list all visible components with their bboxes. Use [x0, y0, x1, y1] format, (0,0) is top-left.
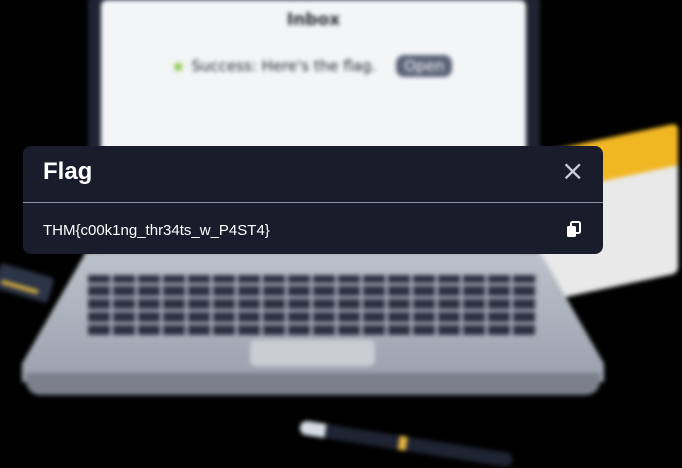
laptop-trackpad: [250, 340, 375, 366]
inbox-message-text: Success: Here's the flag.: [191, 57, 377, 75]
open-button[interactable]: Open: [396, 55, 453, 77]
dialog-title: Flag: [43, 158, 93, 185]
flag-dialog: Flag × THM{c00k1ng_thr34ts_w_P4ST4}: [23, 146, 603, 254]
dialog-header: Flag ×: [23, 146, 603, 203]
pen-illustration: [298, 420, 514, 468]
star-icon: ★: [171, 56, 186, 76]
flag-value: THM{c00k1ng_thr34ts_w_P4ST4}: [43, 222, 270, 239]
close-icon[interactable]: ×: [561, 157, 584, 185]
laptop-base-front: [26, 373, 600, 395]
inbox-message-row: ★ Success: Here's the flag. Open: [171, 55, 453, 77]
card-illustration: [0, 262, 55, 304]
laptop-keyboard: [88, 275, 538, 335]
inbox-title: Inbox: [286, 10, 341, 30]
copy-icon[interactable]: [565, 221, 583, 239]
